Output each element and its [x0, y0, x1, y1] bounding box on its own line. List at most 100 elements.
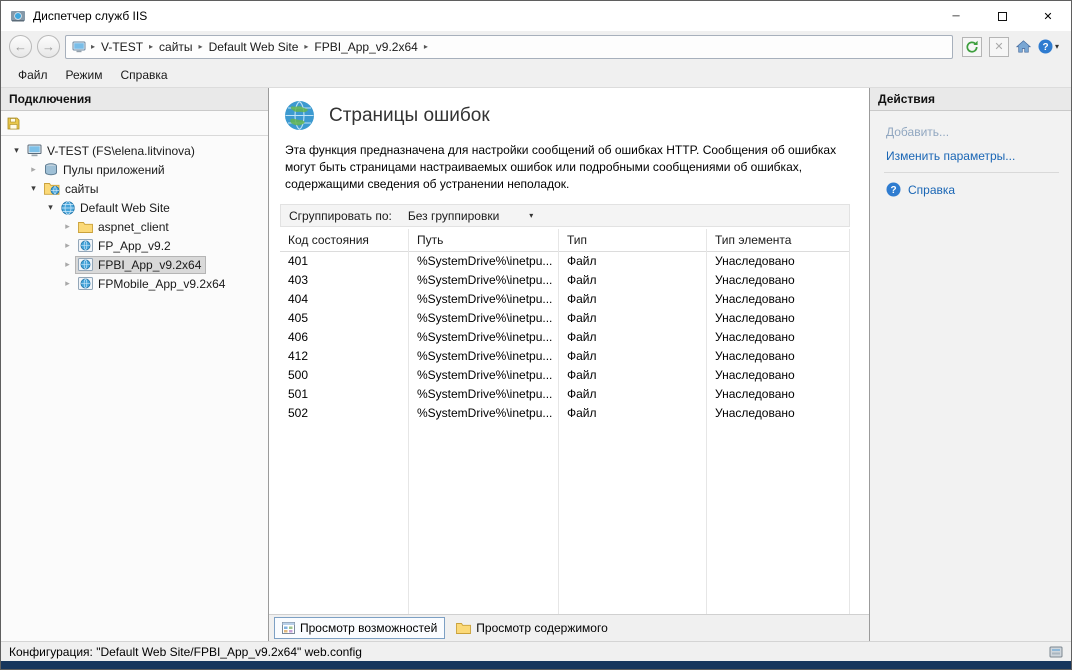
- window-controls: ─ ✕: [933, 1, 1071, 31]
- back-button[interactable]: ←: [9, 35, 32, 58]
- table-cell[interactable]: Унаследовано: [707, 347, 849, 366]
- tree-item[interactable]: ▸ Пулы приложений: [1, 160, 268, 179]
- tab-content[interactable]: Просмотр содержимого: [448, 617, 615, 639]
- breadcrumb-item[interactable]: сайты: [156, 38, 196, 56]
- save-connections-button[interactable]: [7, 117, 20, 130]
- table-cell[interactable]: Унаследовано: [707, 404, 849, 423]
- table-cell[interactable]: %SystemDrive%\inetpu...: [409, 385, 558, 404]
- feature-view: Страницы ошибок Эта функция предназначен…: [269, 88, 869, 641]
- help-menu-button[interactable]: ? ▾: [1038, 39, 1059, 54]
- page-title: Страницы ошибок: [329, 105, 490, 127]
- table-cell[interactable]: Унаследовано: [707, 385, 849, 404]
- help-action[interactable]: ?Справка: [884, 177, 1059, 202]
- table-cell[interactable]: Унаследовано: [707, 271, 849, 290]
- refresh-button[interactable]: [962, 37, 982, 57]
- add-action[interactable]: Добавить...: [884, 120, 1059, 144]
- breadcrumb-item[interactable]: Default Web Site: [206, 38, 302, 56]
- table-cell[interactable]: 501: [280, 385, 408, 404]
- site-icon: [61, 201, 75, 215]
- separator: [884, 172, 1059, 173]
- table-cell[interactable]: %SystemDrive%\inetpu...: [409, 347, 558, 366]
- forward-button[interactable]: →: [37, 35, 60, 58]
- table-cell[interactable]: %SystemDrive%\inetpu...: [409, 404, 558, 423]
- table-cell[interactable]: 412: [280, 347, 408, 366]
- actions-title: Действия: [878, 92, 935, 106]
- table-cell[interactable]: Файл: [559, 347, 706, 366]
- help-icon: ?: [886, 182, 901, 197]
- table-cell[interactable]: 401: [280, 252, 408, 271]
- tree-item[interactable]: ▾ Default Web Site: [1, 198, 268, 217]
- status-icon: [1049, 646, 1063, 658]
- table-cell[interactable]: 405: [280, 309, 408, 328]
- tree-item[interactable]: ▸FPBI_App_v9.2x64: [1, 255, 268, 274]
- tree-item[interactable]: ▸FP_App_v9.2: [1, 236, 268, 255]
- table-cell[interactable]: %SystemDrive%\inetpu...: [409, 271, 558, 290]
- table-cell[interactable]: %SystemDrive%\inetpu...: [409, 309, 558, 328]
- menu-item[interactable]: Режим: [57, 64, 112, 86]
- table-cell[interactable]: Файл: [559, 385, 706, 404]
- maximize-button[interactable]: [979, 1, 1025, 31]
- minimize-button[interactable]: ─: [933, 1, 979, 31]
- table-cell[interactable]: %SystemDrive%\inetpu...: [409, 252, 558, 271]
- table-cell[interactable]: %SystemDrive%\inetpu...: [409, 366, 558, 385]
- minimize-icon: ─: [952, 11, 959, 22]
- column-header[interactable]: Код состояния: [280, 229, 408, 252]
- address-bar: ← → ▸V-TEST▸сайты▸Default Web Site▸FPBI_…: [1, 31, 1071, 62]
- table-cell[interactable]: 500: [280, 366, 408, 385]
- stop-button[interactable]: ✕: [989, 37, 1009, 57]
- column-header[interactable]: Путь: [409, 229, 558, 252]
- tree-item[interactable]: ▸ FPMobile_App_v9.2x64: [1, 274, 268, 293]
- table-cell[interactable]: Унаследовано: [707, 309, 849, 328]
- tree-item-label: FPMobile_App_v9.2x64: [98, 277, 225, 291]
- close-button[interactable]: ✕: [1025, 1, 1071, 31]
- table-cell[interactable]: Унаследовано: [707, 366, 849, 385]
- refresh-icon: [965, 40, 979, 54]
- table-cell[interactable]: Файл: [559, 290, 706, 309]
- table-cell[interactable]: Файл: [559, 309, 706, 328]
- tree-item[interactable]: ▸aspnet_client: [1, 217, 268, 236]
- table-cell[interactable]: Файл: [559, 404, 706, 423]
- table-cell[interactable]: 403: [280, 271, 408, 290]
- table-cell[interactable]: %SystemDrive%\inetpu...: [409, 328, 558, 347]
- collapse-arrow-icon[interactable]: ▾: [43, 202, 58, 213]
- menu-item[interactable]: Справка: [112, 64, 177, 86]
- table-cell[interactable]: Файл: [559, 366, 706, 385]
- tree-item-label: Default Web Site: [80, 201, 170, 215]
- breadcrumb-item[interactable]: V-TEST: [98, 38, 146, 56]
- column-header[interactable]: Тип элемента: [707, 229, 849, 252]
- table-cell[interactable]: Файл: [559, 271, 706, 290]
- tree-item[interactable]: ▾V-TEST (FS\elena.litvinova): [1, 141, 268, 160]
- tree-item-inner: Default Web Site: [58, 199, 175, 217]
- table-cell[interactable]: Унаследовано: [707, 252, 849, 271]
- column-header[interactable]: Тип: [559, 229, 706, 252]
- table-cell[interactable]: 404: [280, 290, 408, 309]
- expand-arrow-icon[interactable]: ▸: [26, 164, 41, 175]
- app-pools-icon: [44, 163, 58, 176]
- menubar: ФайлРежимСправка: [1, 62, 1071, 88]
- expand-arrow-icon[interactable]: ▸: [60, 259, 75, 270]
- table-cell[interactable]: %SystemDrive%\inetpu...: [409, 290, 558, 309]
- home-button[interactable]: [1016, 40, 1031, 53]
- tree-item-inner: FP_App_v9.2: [75, 237, 176, 255]
- breadcrumb-field[interactable]: ▸V-TEST▸сайты▸Default Web Site▸FPBI_App_…: [65, 35, 953, 59]
- expand-arrow-icon[interactable]: ▸: [60, 278, 75, 289]
- table-cell[interactable]: 502: [280, 404, 408, 423]
- table-column: Код состояния401403404405406412500501502: [280, 229, 408, 614]
- tree-item[interactable]: ▾сайты: [1, 179, 268, 198]
- iis-logo-icon: [10, 8, 26, 24]
- collapse-arrow-icon[interactable]: ▾: [9, 145, 24, 156]
- expand-arrow-icon[interactable]: ▸: [60, 221, 75, 232]
- group-by-dropdown[interactable]: Без группировки ▾: [402, 207, 541, 225]
- expand-arrow-icon[interactable]: ▸: [60, 240, 75, 251]
- table-cell[interactable]: Файл: [559, 328, 706, 347]
- collapse-arrow-icon[interactable]: ▾: [26, 183, 41, 194]
- edit-settings-action[interactable]: Изменить параметры...: [884, 144, 1059, 168]
- tab-features[interactable]: Просмотр возможностей: [274, 617, 445, 639]
- menu-item[interactable]: Файл: [9, 64, 57, 86]
- table-cell[interactable]: Унаследовано: [707, 328, 849, 347]
- table-cell[interactable]: Унаследовано: [707, 290, 849, 309]
- breadcrumb-item[interactable]: FPBI_App_v9.2x64: [311, 38, 420, 56]
- table-cell[interactable]: Файл: [559, 252, 706, 271]
- table-cell[interactable]: 406: [280, 328, 408, 347]
- tree-item-label: Пулы приложений: [63, 163, 165, 177]
